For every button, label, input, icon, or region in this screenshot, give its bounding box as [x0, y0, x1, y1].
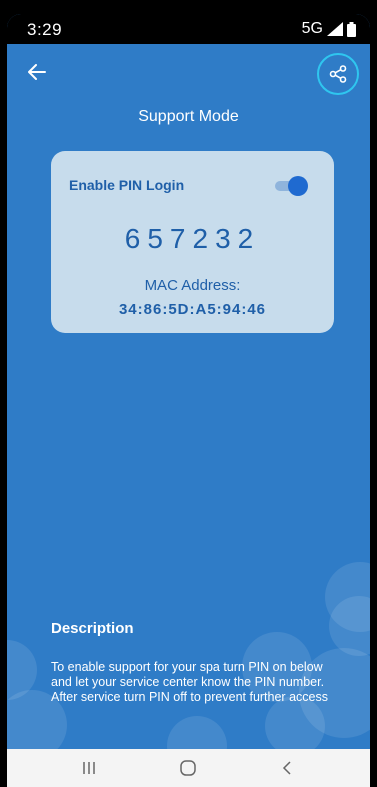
system-nav-bar — [7, 749, 370, 787]
support-mode-page: Support Mode Enable PIN Login 657232 MAC… — [7, 44, 370, 749]
pin-card: Enable PIN Login 657232 MAC Address: 34:… — [51, 151, 334, 333]
back-button[interactable] — [21, 56, 53, 88]
decorative-bubble — [167, 716, 227, 749]
mac-address-value: 34:86:5D:A5:94:46 — [118, 301, 267, 318]
signal-icon — [327, 22, 343, 36]
pin-code: 657232 — [124, 223, 261, 254]
pin-login-toggle[interactable] — [273, 176, 308, 196]
system-back-button[interactable] — [257, 749, 317, 787]
home-icon — [180, 760, 196, 776]
home-button[interactable] — [158, 749, 218, 787]
status-bar: 3:29 5G — [7, 14, 370, 44]
status-indicators: 5G — [302, 20, 356, 38]
network-type: 5G — [301, 20, 323, 37]
status-time: 3:29 — [27, 20, 63, 39]
app-screen: 3:29 5G Support Mode Enable PIN Login 65… — [7, 14, 370, 787]
share-icon — [329, 65, 347, 83]
description-body: To enable support for your spa turn PIN … — [51, 660, 328, 704]
pin-toggle-label: Enable PIN Login — [69, 177, 185, 193]
recents-icon — [83, 762, 95, 774]
share-button[interactable] — [317, 53, 359, 95]
page-title: Support Mode — [138, 108, 239, 125]
recents-button[interactable] — [59, 749, 119, 787]
toggle-thumb — [288, 176, 308, 196]
description-title: Description — [51, 620, 134, 637]
arrow-left-icon — [28, 64, 46, 80]
battery-icon — [347, 21, 356, 37]
back-chevron-icon — [282, 761, 291, 775]
mac-address-label: MAC Address: — [144, 277, 241, 294]
phone-frame: 3:29 5G Support Mode Enable PIN Login 65… — [0, 0, 377, 787]
